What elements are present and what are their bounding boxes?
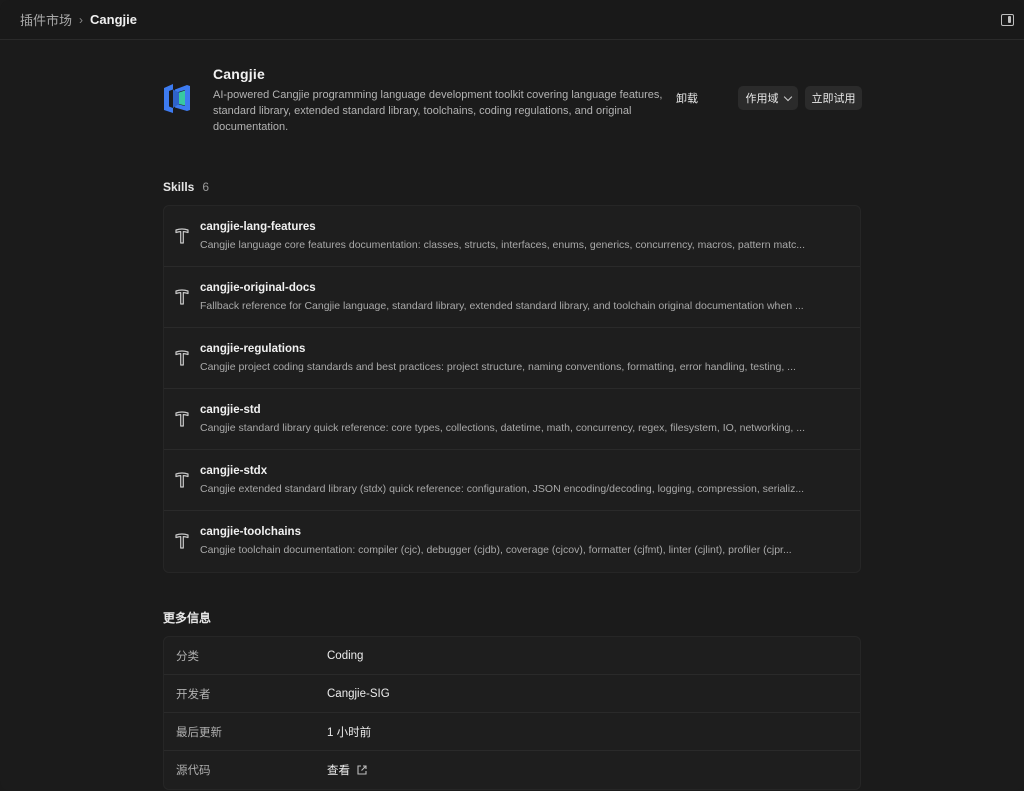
plugin-description: AI-powered Cangjie programming language … [213, 89, 663, 133]
info-key: 最后更新 [176, 726, 222, 739]
scope-dropdown[interactable]: 作用域 [738, 86, 798, 110]
uninstall-button[interactable]: 卸载 [668, 86, 706, 110]
skill-description: Cangjie language core features documenta… [200, 239, 806, 251]
skill-description: Cangjie toolchain documentation: compile… [200, 544, 792, 556]
skill-name: cangjie-std [200, 404, 261, 416]
more-info-table: 分类 Coding 开发者 Cangjie-SIG 最后更新 1 小时前 源代码… [163, 636, 861, 790]
skills-heading: Skills 6 [163, 177, 861, 197]
skill-name: cangjie-regulations [200, 343, 306, 355]
plugin-name: Cangjie [213, 66, 265, 82]
skill-item[interactable]: cangjie-toolchains Cangjie toolchain doc… [164, 511, 860, 572]
plugin-detail-window: 插件市场 › Cangjie Cangjie AI-powered Cangji… [0, 0, 1024, 791]
external-link-icon [357, 765, 367, 775]
scope-label: 作用域 [745, 93, 779, 105]
more-info-heading: 更多信息 [163, 610, 212, 625]
skill-tool-icon [175, 228, 189, 244]
chevron-down-icon [783, 92, 792, 101]
skills-list: cangjie-lang-features Cangjie language c… [163, 205, 861, 573]
skill-tool-icon [175, 411, 189, 427]
info-value: Coding [327, 649, 364, 662]
info-key: 开发者 [176, 688, 211, 701]
skill-description: Fallback reference for Cangjie language,… [200, 300, 804, 312]
skills-count: 6 [202, 180, 210, 194]
info-value: Cangjie-SIG [327, 687, 390, 700]
breadcrumb-separator: › [79, 12, 84, 27]
sidebar-toggle-icon[interactable] [1001, 14, 1014, 26]
main-content: Cangjie AI-powered Cangjie programming l… [163, 40, 862, 790]
info-key: 分类 [176, 650, 199, 663]
skill-item[interactable]: cangjie-lang-features Cangjie language c… [164, 206, 860, 267]
skill-name: cangjie-stdx [200, 465, 268, 477]
skills-label: Skills [163, 180, 195, 194]
skill-description: Cangjie project coding standards and bes… [200, 361, 796, 373]
skill-name: cangjie-original-docs [200, 282, 316, 294]
info-row-developer: 开发者 Cangjie-SIG [164, 675, 860, 713]
skill-tool-icon [175, 289, 189, 305]
breadcrumb-plugin-market[interactable]: 插件市场 [20, 10, 72, 29]
skill-item[interactable]: cangjie-stdx Cangjie extended standard l… [164, 450, 860, 511]
view-source-link[interactable]: 查看 [327, 762, 368, 778]
skill-description: Cangjie standard library quick reference… [200, 422, 805, 434]
skill-item[interactable]: cangjie-original-docs Fallback reference… [164, 267, 860, 328]
skill-tool-icon [175, 472, 189, 488]
view-source-label: 查看 [327, 765, 350, 777]
skill-item[interactable]: cangjie-regulations Cangjie project codi… [164, 328, 860, 389]
skill-name: cangjie-lang-features [200, 221, 316, 233]
info-key: 源代码 [176, 765, 211, 777]
skill-description: Cangjie extended standard library (stdx)… [200, 483, 805, 495]
try-now-button[interactable]: 立即试用 [805, 86, 862, 110]
info-row-last-updated: 最后更新 1 小时前 [164, 713, 860, 751]
skill-item[interactable]: cangjie-std Cangjie standard library qui… [164, 389, 860, 450]
skill-tool-icon [175, 533, 189, 549]
plugin-header: Cangjie AI-powered Cangjie programming l… [163, 40, 862, 150]
skill-name: cangjie-toolchains [200, 526, 301, 538]
top-bar: 插件市场 › Cangjie [0, 0, 1024, 40]
cangjie-logo-icon [164, 84, 190, 113]
info-row-source-code: 源代码 查看 [164, 751, 860, 789]
info-value: 1 小时前 [327, 726, 372, 739]
breadcrumb-current: Cangjie [90, 12, 137, 27]
skill-tool-icon [175, 350, 189, 366]
info-row-category: 分类 Coding [164, 637, 860, 675]
